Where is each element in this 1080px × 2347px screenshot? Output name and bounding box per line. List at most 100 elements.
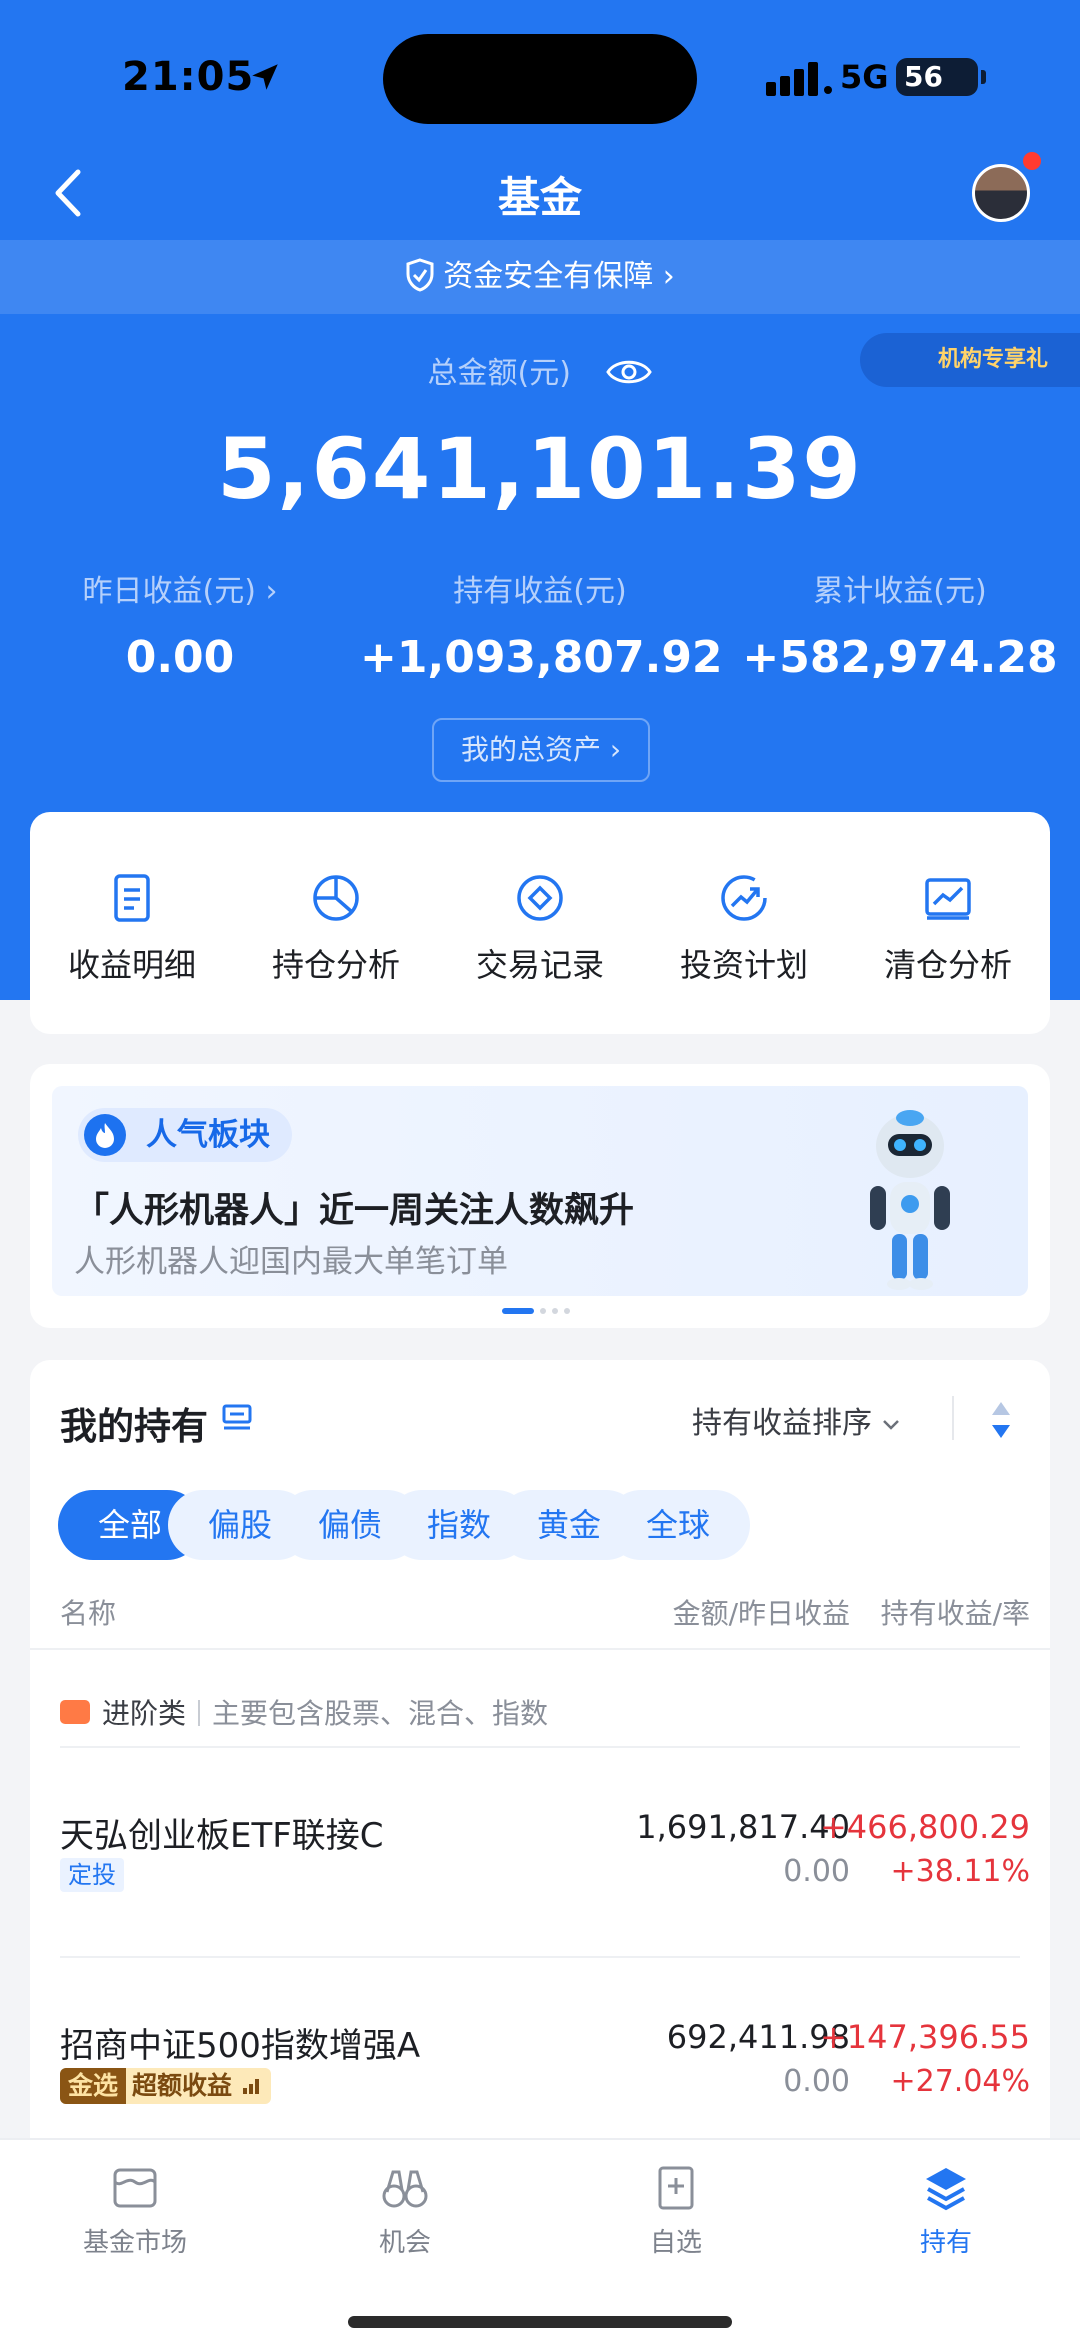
document-icon <box>114 874 150 922</box>
divider <box>60 1956 1020 1958</box>
dynamic-island <box>383 34 697 124</box>
divider <box>198 1700 201 1726</box>
tool-position-analysis[interactable]: 持仓分析 <box>234 870 438 986</box>
hot-tag-label: 人气板块 <box>146 1117 270 1153</box>
stat-cumulative: 累计收益(元) +582,974.28 <box>720 566 1080 683</box>
stat-holding: 持有收益(元) +1,093,807.92 <box>360 566 723 683</box>
battery-icon: 56 <box>896 58 986 96</box>
bar-chart-icon <box>242 2079 259 2094</box>
tools-card: 收益明细 持仓分析 交易记录 投资计划 清仓分析 <box>30 812 1050 1034</box>
tab-opportunity[interactable]: 机会 <box>315 2162 495 2259</box>
fund-tag: 超额收益 <box>132 2071 233 2100</box>
total-amount: 5,641,101.39 <box>217 420 863 518</box>
tool-liquidation-analysis[interactable]: 清仓分析 <box>846 870 1050 986</box>
tool-label: 投资计划 <box>679 946 808 984</box>
fund-name: 天弘创业板ETF联接C <box>60 1816 384 1856</box>
stat-yesterday[interactable]: 昨日收益(元) › 0.00 <box>0 566 360 683</box>
category-name: 进阶类 <box>102 1697 187 1730</box>
binoculars-icon <box>382 2170 428 2208</box>
tab-label: 自选 <box>649 2228 702 2258</box>
fund-tag: 定投 <box>60 1858 124 1892</box>
shield-check-icon <box>406 257 434 292</box>
column-amount[interactable]: 金额/昨日收益 <box>673 1592 850 1632</box>
fund-tag-gold: 金选 超额收益 <box>60 2068 271 2104</box>
stat-value: 0.00 <box>125 632 235 683</box>
tab-fund-market[interactable]: 基金市场 <box>45 2162 225 2259</box>
trend-up-icon <box>721 875 767 921</box>
tab-watchlist[interactable]: 自选 <box>586 2162 766 2259</box>
signal-icon <box>766 62 832 96</box>
fund-yesterday: 0.00 <box>783 1854 850 1889</box>
stat-value: +582,974.28 <box>742 632 1058 683</box>
line-chart-icon <box>925 878 971 920</box>
carousel-dot <box>564 1308 570 1314</box>
tool-label: 持仓分析 <box>271 946 400 984</box>
fund-rate: +38.11% <box>890 1854 1030 1889</box>
carousel-indicator <box>502 1308 576 1314</box>
fund-yesterday: 0.00 <box>783 2064 850 2099</box>
fund-name: 招商中证500指数增强A <box>60 2026 421 2066</box>
stat-value: +1,093,807.92 <box>360 632 723 683</box>
wallet-icon <box>60 1700 90 1724</box>
status-bar: 21:05 5G 56 <box>0 0 1080 150</box>
location-arrow-icon <box>252 64 278 90</box>
security-text: 资金安全有保障 <box>443 259 654 294</box>
banner-title: 「人形机器人」近一周关注人数飙升 <box>74 1191 635 1231</box>
home-indicator <box>348 2316 732 2328</box>
promo-banner[interactable]: 人气板块 「人形机器人」近一周关注人数飙升 人形机器人迎国内最大单笔订单 <box>30 1064 1050 1328</box>
column-name: 名称 <box>60 1597 117 1630</box>
gold-select-label: 金选 <box>60 2068 127 2104</box>
sort-selector[interactable]: 持有收益排序 <box>692 1398 900 1442</box>
tool-label: 清仓分析 <box>883 946 1012 984</box>
carousel-dot-active <box>502 1308 534 1314</box>
divider <box>30 1648 1050 1650</box>
divider <box>952 1396 954 1440</box>
tool-label: 交易记录 <box>475 946 604 984</box>
sort-order-icon[interactable] <box>990 1400 1012 1440</box>
card-view-icon[interactable] <box>220 1400 254 1434</box>
chip-global[interactable]: 全球 <box>606 1490 750 1560</box>
diamond-circle-icon <box>517 875 563 921</box>
pie-chart-icon <box>313 875 359 921</box>
tab-label: 持有 <box>919 2228 972 2258</box>
total-amount-label: 总金额(元) <box>0 348 1080 392</box>
storefront-icon <box>113 2168 157 2208</box>
add-square-icon <box>658 2166 694 2210</box>
tool-earnings-detail[interactable]: 收益明细 <box>30 870 234 986</box>
total-label-text: 总金额(元) <box>427 356 571 391</box>
stat-label: 持有收益(元) <box>453 574 627 609</box>
sort-label: 持有收益排序 <box>692 1406 872 1441</box>
carousel-dot <box>540 1308 546 1314</box>
network-type: 5G <box>840 58 889 96</box>
banner-subtitle: 人形机器人迎国内最大单笔订单 <box>74 1244 508 1280</box>
fund-rate: +27.04% <box>890 2064 1030 2099</box>
fire-icon <box>84 1114 126 1156</box>
fund-profit: +466,800.29 <box>819 1808 1030 1846</box>
notification-dot <box>1023 152 1041 170</box>
holdings-title: 我的持有 <box>60 1405 208 1448</box>
tab-holdings[interactable]: 持有 <box>856 2162 1036 2259</box>
tab-label: 机会 <box>378 2228 431 2258</box>
total-assets-button[interactable]: 我的总资产 › <box>432 718 650 782</box>
avatar[interactable] <box>972 164 1030 222</box>
status-time: 21:05 <box>122 54 255 100</box>
category-header: 进阶类 主要包含股票、混合、指数 <box>60 1692 548 1732</box>
fund-row[interactable]: 天弘创业板ETF联接C 定投 1,691,817.40 0.00 +466,80… <box>30 1808 1050 1958</box>
tool-label: 收益明细 <box>67 946 196 984</box>
filter-chips: 全部 偏股 偏债 指数 黄金 全球 <box>58 1490 1028 1560</box>
fund-profit: +147,396.55 <box>819 2018 1030 2056</box>
tool-trade-records[interactable]: 交易记录 <box>438 870 642 986</box>
category-desc: 主要包含股票、混合、指数 <box>212 1697 549 1730</box>
chevron-right-icon: › <box>653 259 675 294</box>
stat-label: 昨日收益(元) › <box>82 574 278 609</box>
column-profit[interactable]: 持有收益/率 <box>881 1592 1030 1632</box>
page-title: 基金 <box>497 173 582 222</box>
security-banner[interactable]: 资金安全有保障 › <box>0 240 1080 314</box>
layers-icon <box>926 2168 966 2211</box>
tool-investment-plan[interactable]: 投资计划 <box>642 870 846 986</box>
stat-label: 累计收益(元) <box>813 574 987 609</box>
carousel-dot <box>552 1308 558 1314</box>
eye-icon[interactable] <box>606 357 653 387</box>
hot-sector-tag: 人气板块 <box>78 1108 292 1162</box>
fund-amount: 1,691,817.40 <box>636 1808 850 1846</box>
